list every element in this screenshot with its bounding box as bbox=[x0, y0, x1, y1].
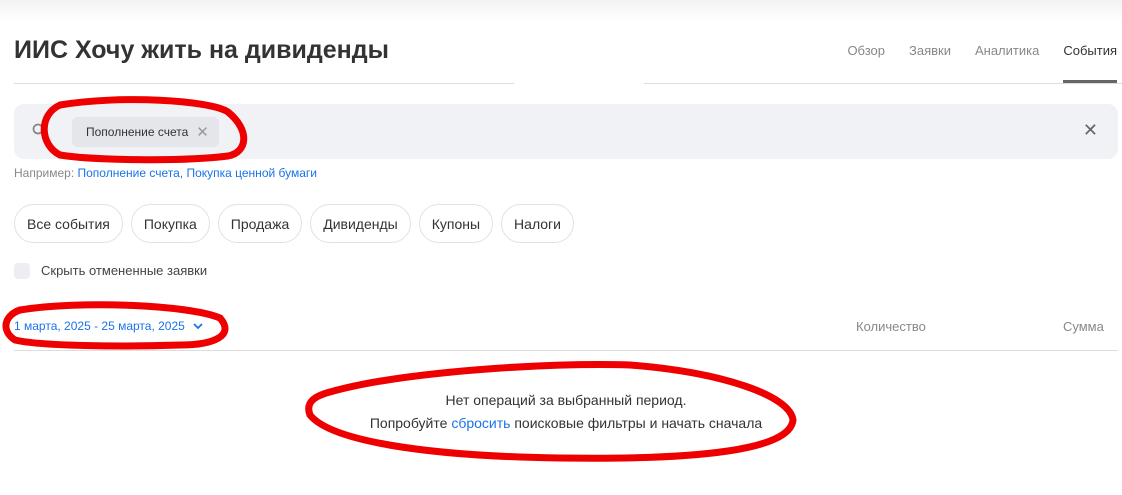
annotation-circle-empty bbox=[305, 360, 797, 462]
chip-remove-icon[interactable]: ✕ bbox=[196, 123, 209, 141]
search-input[interactable]: Пополнение счета ✕ ✕ bbox=[14, 104, 1118, 159]
empty-message: Нет операций за выбранный период. bbox=[445, 392, 687, 408]
hint-prefix: Например: bbox=[14, 166, 75, 180]
column-sum: Сумма bbox=[1063, 319, 1104, 334]
hide-cancelled-label[interactable]: Скрыть отмененные заявки bbox=[41, 263, 207, 278]
tab-analytics[interactable]: Аналитика bbox=[975, 43, 1039, 58]
empty-hint: Попробуйте сбросить поисковые фильтры и … bbox=[0, 415, 1122, 431]
chevron-down-icon bbox=[193, 323, 203, 330]
top-fade bbox=[0, 0, 1122, 22]
tab-overview[interactable]: Обзор bbox=[847, 43, 885, 58]
divider bbox=[14, 350, 1118, 351]
empty-hint-post: поисковые фильтры и начать сначала bbox=[514, 415, 763, 431]
search-icon bbox=[32, 123, 46, 137]
filter-taxes[interactable]: Налоги bbox=[501, 204, 574, 243]
tabs: Обзор Заявки Аналитика События bbox=[847, 43, 1117, 83]
page-title: ИИС Хочу жить на дивиденды bbox=[14, 36, 389, 64]
reset-filters-link[interactable]: сбросить bbox=[451, 415, 510, 431]
event-filters: Все события Покупка Продажа Дивиденды Ку… bbox=[14, 204, 574, 243]
search-hint: Например: Пополнение счета, Покупка ценн… bbox=[14, 166, 317, 180]
divider bbox=[644, 83, 1122, 84]
hint-examples-link[interactable]: Пополнение счета, Покупка ценной бумаги bbox=[78, 166, 318, 180]
column-quantity: Количество bbox=[856, 319, 926, 334]
filter-buy[interactable]: Покупка bbox=[130, 204, 210, 243]
tab-events[interactable]: События bbox=[1063, 43, 1117, 83]
search-chip: Пополнение счета ✕ bbox=[72, 117, 219, 147]
date-range-picker[interactable]: 1 марта, 2025 - 25 марта, 2025 bbox=[14, 319, 204, 333]
divider bbox=[14, 83, 514, 84]
date-range-label: 1 марта, 2025 - 25 марта, 2025 bbox=[14, 319, 185, 333]
filter-sell[interactable]: Продажа bbox=[217, 204, 303, 243]
filter-dividends[interactable]: Дивиденды bbox=[310, 204, 411, 243]
filter-all[interactable]: Все события bbox=[14, 204, 123, 243]
hide-cancelled-checkbox[interactable] bbox=[14, 263, 30, 279]
tab-orders[interactable]: Заявки bbox=[909, 43, 951, 58]
clear-search-icon[interactable]: ✕ bbox=[1083, 120, 1098, 141]
chip-label: Пополнение счета bbox=[86, 125, 189, 139]
empty-hint-pre: Попробуйте bbox=[369, 415, 448, 431]
filter-coupons[interactable]: Купоны bbox=[418, 204, 494, 243]
